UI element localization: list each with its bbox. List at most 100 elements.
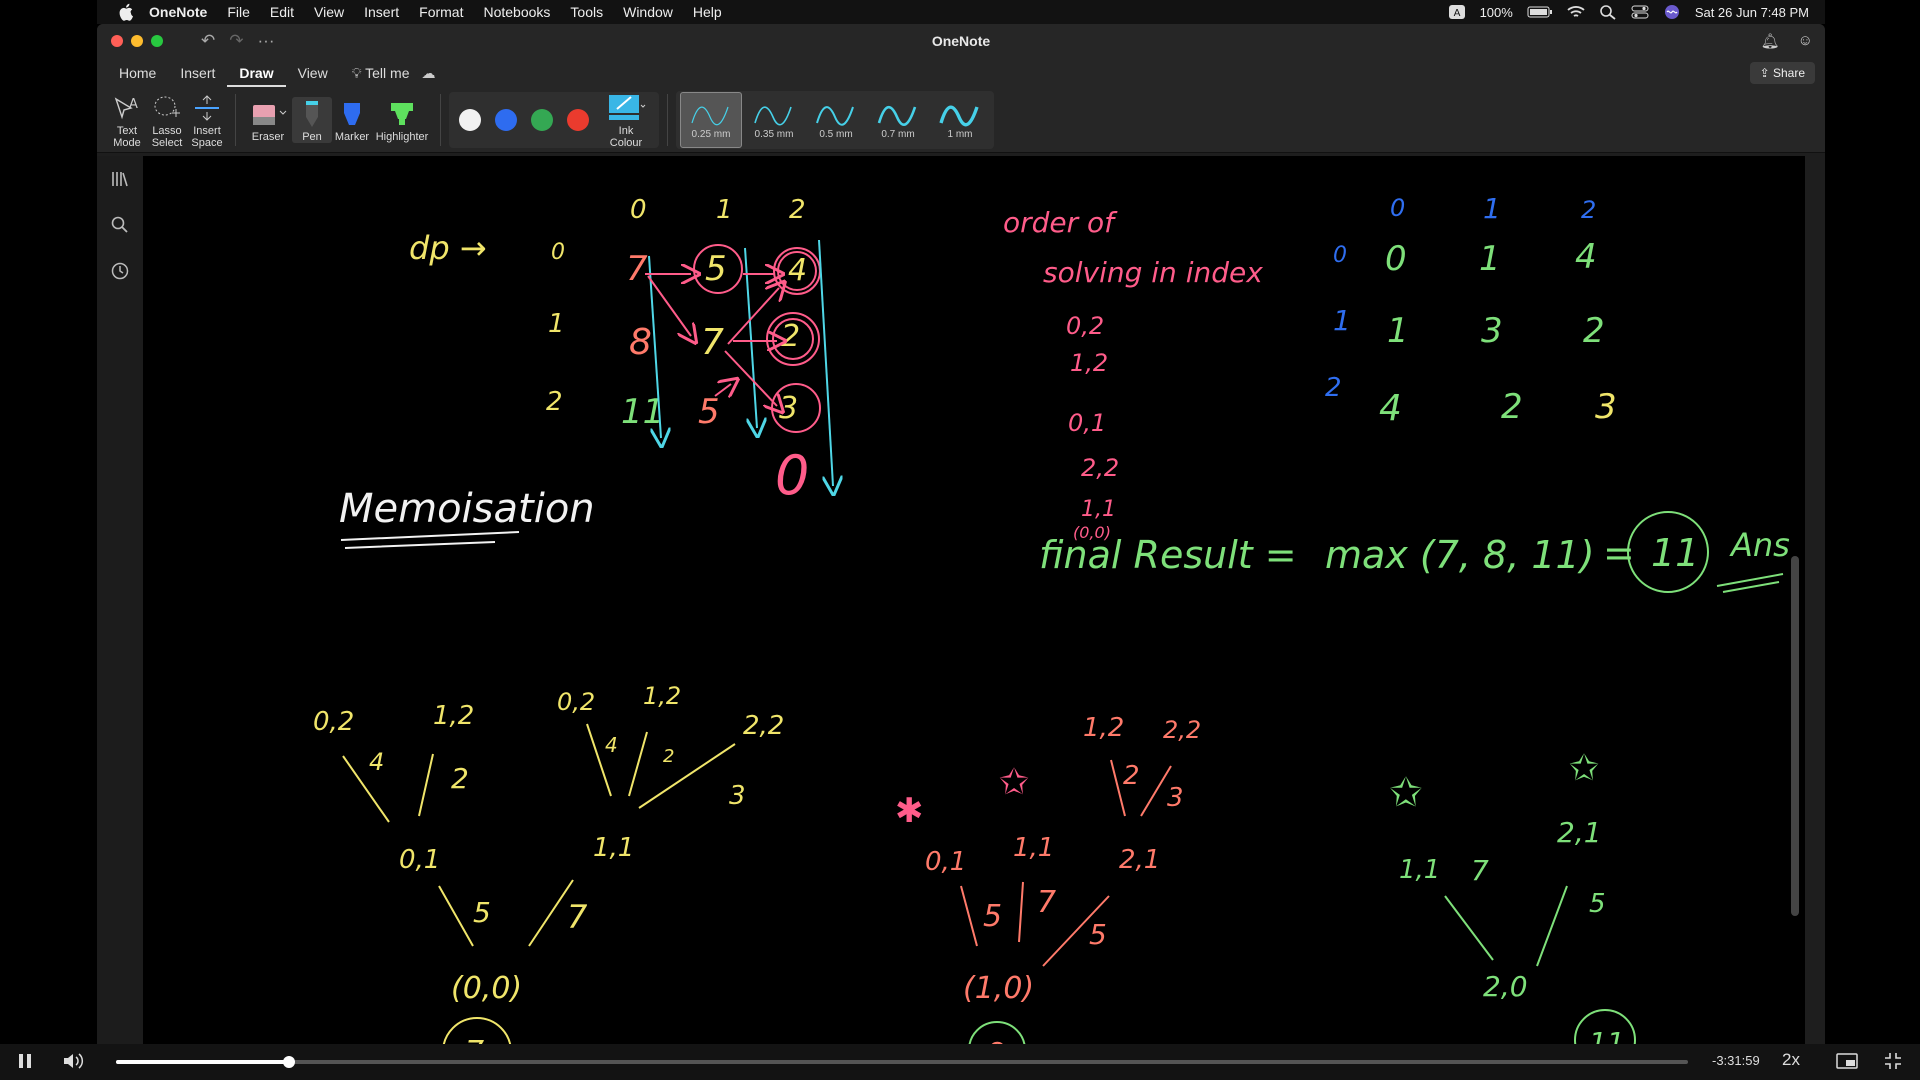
close-window-button[interactable] xyxy=(111,35,123,47)
marker-button[interactable]: Marker xyxy=(332,97,372,143)
navigation-sidebar xyxy=(97,156,143,1044)
pen-stroke-icon xyxy=(754,105,792,126)
text-mode-button[interactable]: A Text Mode xyxy=(107,91,147,149)
recent-notes-clock-icon[interactable] xyxy=(97,248,143,294)
tree2-mid-val-3: 5 xyxy=(1089,918,1107,951)
redo-icon[interactable]: ↷ xyxy=(229,31,243,51)
order-item-1: 0,2 xyxy=(1066,312,1104,340)
tree2-top-val-2: 3 xyxy=(1167,783,1184,813)
title-bar: ↶ ↷ ··· OneNote 🔔︎ ☺ xyxy=(97,24,1825,58)
menu-window[interactable]: Window xyxy=(623,4,673,20)
pen-button[interactable]: Pen xyxy=(292,97,332,143)
tell-me-search[interactable]: 💡︎ Tell me xyxy=(340,58,422,88)
arrow-pink-7 xyxy=(714,384,731,396)
pen-size-0-25mm[interactable]: 0.25 mm xyxy=(680,92,742,148)
tab-insert[interactable]: Insert xyxy=(168,58,227,88)
feedback-smiley-icon[interactable]: ☺ xyxy=(1798,32,1813,50)
color-swatch-blue[interactable] xyxy=(495,109,517,131)
search-icon[interactable] xyxy=(97,202,143,248)
color-swatch-green[interactable] xyxy=(531,109,553,131)
playback-speed-button[interactable]: 2x xyxy=(1782,1050,1800,1070)
menu-notebooks[interactable]: Notebooks xyxy=(483,4,550,20)
menu-file[interactable]: File xyxy=(227,4,250,20)
tree2-star-1: ✱ xyxy=(895,791,924,831)
dp-col-header-0: 0 xyxy=(630,195,647,225)
tree2-root-val: 8 xyxy=(987,1036,1005,1044)
tree1-mid-node-1: 0,1 xyxy=(399,845,440,875)
wifi-icon[interactable] xyxy=(1567,4,1585,20)
sync-cloud-icon[interactable]: ☁ xyxy=(422,65,436,82)
insert-space-button[interactable]: Insert Space xyxy=(187,91,227,149)
control-center-icon[interactable] xyxy=(1631,4,1649,20)
tree1-top-val-3: 4 xyxy=(605,733,618,757)
playback-scrubber-handle[interactable] xyxy=(282,1056,295,1068)
dp-col-header-2: 2 xyxy=(789,195,806,225)
tab-home[interactable]: Home xyxy=(107,58,168,88)
note-canvas[interactable]: dp → 0 1 2 0 1 2 7 5 4 8 7 2 11 5 3 0 or… xyxy=(143,156,1805,1044)
tree1-top-val-1: 4 xyxy=(369,748,384,776)
grid-row-header-1: 1 xyxy=(1333,304,1351,337)
svg-text:A: A xyxy=(1453,8,1460,19)
mac-menu-bar: OneNote File Edit View Insert Format Not… xyxy=(97,0,1825,24)
pen-size-1mm[interactable]: 1 mm xyxy=(930,93,990,147)
undo-icon[interactable]: ↶ xyxy=(201,31,215,51)
ink-colour-button[interactable]: Ink Colour xyxy=(603,91,649,149)
tree1-top-node-3: 0,2 xyxy=(557,688,595,716)
tell-me-label: Tell me xyxy=(365,65,410,81)
menubar-datetime[interactable]: Sat 26 Jun 7:48 PM xyxy=(1695,5,1809,20)
pen-size-label: 0.5 mm xyxy=(819,128,853,140)
more-options-icon[interactable]: ··· xyxy=(258,31,275,51)
tree1-edges-top xyxy=(342,723,736,823)
order-title-line2: solving in index xyxy=(1043,256,1263,289)
tree2-mid-val-2: 7 xyxy=(1037,885,1056,920)
pause-icon[interactable] xyxy=(16,1052,34,1075)
tab-view[interactable]: View xyxy=(286,58,340,88)
pen-stroke-thin-icon xyxy=(691,106,729,125)
notifications-bell-icon[interactable]: 🔔︎ xyxy=(1761,32,1780,50)
menu-app-name[interactable]: OneNote xyxy=(149,4,207,20)
canvas-scrollbar[interactable] xyxy=(1791,556,1799,916)
playback-progress-bar[interactable] xyxy=(116,1056,1688,1068)
menu-insert[interactable]: Insert xyxy=(364,4,399,20)
color-swatch-white[interactable] xyxy=(459,109,481,131)
menu-tools[interactable]: Tools xyxy=(570,4,603,20)
highlighter-button[interactable]: Highlighter xyxy=(372,97,432,143)
minimize-window-button[interactable] xyxy=(131,35,143,47)
tree1-mid-val-2: 7 xyxy=(567,898,588,936)
onenote-window: ↶ ↷ ··· OneNote 🔔︎ ☺ Home Insert Draw Vi… xyxy=(97,24,1825,1044)
memoisation-title: Memoisation xyxy=(339,486,595,532)
color-swatch-red[interactable] xyxy=(567,109,589,131)
tree1-mid-val-1: 5 xyxy=(473,896,491,929)
eraser-button[interactable]: Eraser xyxy=(244,97,292,143)
pen-icon xyxy=(306,101,318,127)
toolbar-separator xyxy=(235,94,236,146)
pen-size-label: 0.7 mm xyxy=(881,128,915,140)
pen-size-0-35mm[interactable]: 0.35 mm xyxy=(744,93,804,147)
tree1-top-val-4: 2 xyxy=(663,746,674,767)
battery-icon[interactable] xyxy=(1527,4,1553,20)
pen-size-0-5mm[interactable]: 0.5 mm xyxy=(806,93,866,147)
menu-view[interactable]: View xyxy=(314,4,344,20)
tab-draw[interactable]: Draw xyxy=(227,59,286,87)
picture-in-picture-icon[interactable] xyxy=(1836,1052,1858,1075)
menu-edit[interactable]: Edit xyxy=(270,4,294,20)
exit-fullscreen-icon[interactable] xyxy=(1884,1052,1902,1075)
zoom-window-button[interactable] xyxy=(151,35,163,47)
siri-icon[interactable] xyxy=(1663,4,1681,20)
ans-label: Ans xyxy=(1729,526,1790,564)
pen-size-0-7mm[interactable]: 0.7 mm xyxy=(868,93,928,147)
share-button[interactable]: ⇪ Share xyxy=(1749,62,1815,84)
tree3-star-1: ✩ xyxy=(1389,770,1423,816)
toolbar-separator xyxy=(440,94,441,146)
volume-icon[interactable] xyxy=(62,1052,84,1075)
tree2-edges-top xyxy=(1110,759,1172,817)
menu-help[interactable]: Help xyxy=(693,4,722,20)
arrow-pink-6 xyxy=(724,350,777,406)
notebooks-library-icon[interactable] xyxy=(97,156,143,202)
lasso-select-button[interactable]: Lasso Select xyxy=(147,91,187,149)
menu-format[interactable]: Format xyxy=(419,4,463,20)
ans-underline xyxy=(1716,573,1784,593)
spotlight-search-icon[interactable] xyxy=(1599,4,1617,20)
keyboard-input-icon[interactable]: A xyxy=(1448,4,1466,20)
apple-icon[interactable] xyxy=(117,2,137,22)
